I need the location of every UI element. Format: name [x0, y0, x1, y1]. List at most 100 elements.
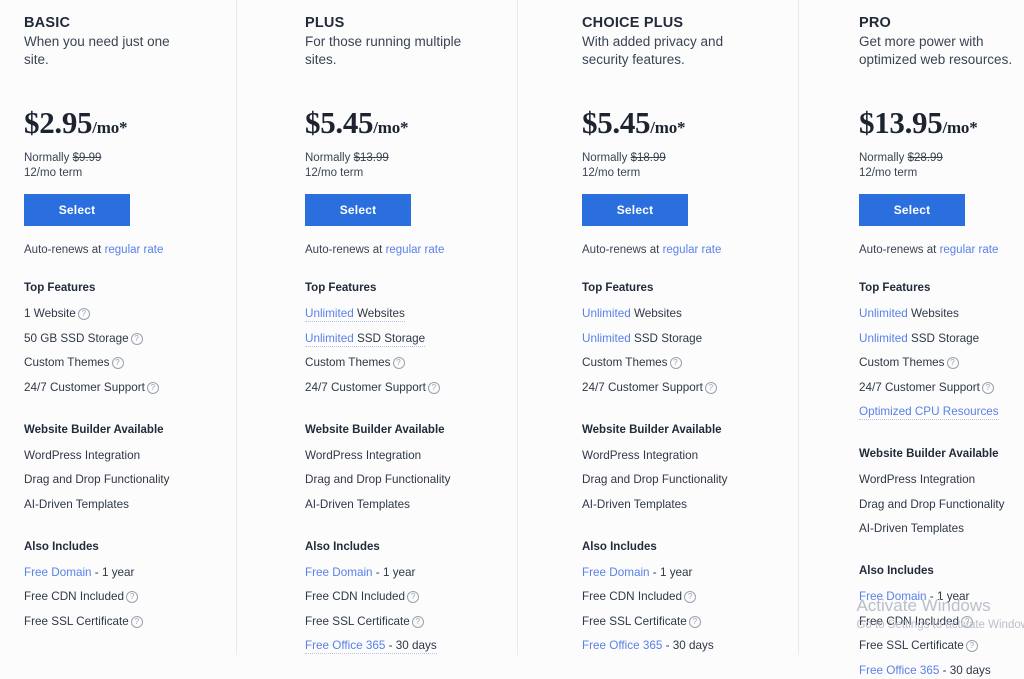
feature-link[interactable]: Free Domain [24, 566, 92, 579]
select-button[interactable]: Select [305, 194, 411, 226]
regular-rate-link[interactable]: regular rate [663, 244, 722, 256]
help-tooltip-icon[interactable]: ? [684, 591, 697, 603]
feature-group-website-builder-available: Website Builder Available WordPress Integ… [24, 422, 218, 513]
feature-item: AI-Driven Templates [859, 521, 1013, 537]
feature-link[interactable]: Free Office 365 [859, 664, 939, 677]
help-tooltip-icon[interactable]: ? [392, 357, 405, 369]
feature-group-top-features: Top Features 1 Website? 50 GB SSD Storage?… [24, 280, 218, 396]
feature-group-title: Top Features [24, 282, 96, 294]
feature-text: SSD Storage [907, 331, 980, 345]
feature-text: Free SSL Certificate [305, 614, 410, 628]
normally-label: Normally [859, 152, 905, 164]
auto-renew-prefix: Auto-renews at [24, 244, 102, 256]
auto-renew-note: Auto-renews at regular rate [24, 243, 218, 258]
feature-link[interactable]: Free Office 365 [305, 639, 385, 652]
normally-price: $18.99 [630, 152, 666, 164]
feature-link[interactable]: Free Domain [859, 590, 927, 603]
feature-group-top-features: Top Features Unlimited Websites Unlimited … [305, 280, 499, 396]
feature-text: - 1 year [926, 590, 970, 603]
feature-group-also-includes: Also Includes Free Domain - 1 year Free CD… [859, 563, 1013, 679]
help-tooltip-icon[interactable]: ? [130, 615, 143, 628]
feature-text: WordPress Integration [582, 448, 699, 462]
feature-item: WordPress Integration [582, 448, 780, 464]
feature-group-also-includes: Also Includes Free Domain - 1 year Free CD… [582, 539, 780, 655]
feature-link[interactable]: Free Domain [305, 566, 373, 579]
feature-link[interactable]: Free Office 365 [582, 639, 662, 652]
help-tooltip-icon[interactable]: ? [411, 615, 424, 628]
feature-link[interactable]: Unlimited [305, 307, 354, 320]
feature-item: 24/7 Customer Support? [859, 380, 1013, 396]
feature-item: Free CDN Included? [24, 589, 218, 605]
regular-rate-link[interactable]: regular rate [105, 244, 164, 256]
feature-item: 24/7 Customer Support? [582, 380, 780, 396]
feature-text: Drag and Drop Functionality [859, 497, 1005, 511]
select-button[interactable]: Select [582, 194, 688, 226]
feature-text: WordPress Integration [24, 448, 141, 462]
select-button[interactable]: Select [859, 194, 965, 226]
help-tooltip-icon[interactable]: ? [981, 381, 994, 394]
pricing-plan-basic: BASIC When you need just one site. $2.95/m… [0, 0, 236, 655]
feature-item: Drag and Drop Functionality [24, 472, 218, 488]
feature-link[interactable]: Unlimited [582, 332, 631, 345]
price-unit: /mo* [942, 118, 978, 137]
feature-group-website-builder-available: Website Builder Available WordPress Integ… [305, 422, 499, 513]
plan-name: CHOICE PLUS [582, 15, 684, 31]
help-tooltip-icon[interactable]: ? [146, 381, 159, 394]
help-tooltip-icon[interactable]: ? [961, 615, 974, 628]
help-tooltip-icon[interactable]: ? [688, 615, 701, 628]
feature-item: Free Domain - 1 year [859, 589, 1013, 605]
feature-link[interactable]: Unlimited [305, 332, 354, 345]
help-tooltip-icon[interactable]: ? [965, 640, 978, 652]
help-tooltip-icon[interactable]: ? [704, 381, 717, 394]
feature-item: Drag and Drop Functionality [582, 472, 780, 488]
feature-link[interactable]: Optimized CPU Resources [859, 405, 999, 418]
help-tooltip-icon[interactable]: ? [427, 381, 440, 394]
price-unit: /mo* [373, 118, 409, 137]
help-tooltip-icon[interactable]: ? [77, 308, 90, 320]
feature-text: AI-Driven Templates [305, 497, 411, 511]
price-amount: $2.95 [24, 105, 93, 140]
help-tooltip-icon[interactable]: ? [126, 591, 139, 603]
price-amount: $5.45 [305, 105, 374, 140]
plan-term: 12/mo term [859, 167, 918, 179]
feature-text: Custom Themes [24, 356, 110, 369]
help-tooltip-icon[interactable]: ? [669, 357, 682, 369]
auto-renew-note: Auto-renews at regular rate [305, 243, 499, 258]
plan-term: 12/mo term [24, 167, 83, 179]
help-tooltip-icon[interactable]: ? [130, 332, 143, 345]
auto-renew-prefix: Auto-renews at [859, 244, 937, 256]
help-tooltip-icon[interactable]: ? [407, 591, 420, 603]
feature-text: 24/7 Customer Support [305, 380, 426, 394]
feature-text: SSD Storage [353, 331, 426, 345]
feature-item: Drag and Drop Functionality [305, 472, 499, 488]
feature-item: Unlimited SSD Storage [859, 331, 1013, 347]
feature-text: 24/7 Customer Support [859, 380, 980, 394]
feature-item: Free Domain - 1 year [582, 565, 780, 581]
feature-group-website-builder-available: Website Builder Available WordPress Integ… [859, 446, 1013, 537]
pricing-plan-choice-plus: CHOICE PLUS With added privacy and securi… [518, 0, 798, 655]
feature-text: Websites [353, 307, 405, 320]
plan-tagline: Get more power with optimized web resour… [859, 34, 1013, 67]
feature-item: Free Domain - 1 year [305, 565, 499, 581]
select-button[interactable]: Select [24, 194, 130, 226]
feature-link[interactable]: Unlimited [859, 332, 908, 345]
normally-price: $9.99 [72, 152, 102, 164]
pricing-plan-pro: PRO Get more power with optimized web res… [799, 0, 1024, 677]
feature-item: Unlimited Websites [582, 306, 780, 322]
regular-rate-link[interactable]: regular rate [386, 244, 445, 256]
feature-item: Drag and Drop Functionality [859, 497, 1013, 513]
plan-price: $13.95/mo* [859, 106, 1013, 145]
help-tooltip-icon[interactable]: ? [946, 357, 959, 369]
feature-group-top-features: Top Features Unlimited Websites Unlimited … [859, 280, 1013, 420]
feature-link[interactable]: Unlimited [582, 307, 631, 320]
help-tooltip-icon[interactable]: ? [111, 357, 124, 369]
feature-text: Drag and Drop Functionality [582, 473, 728, 486]
feature-link[interactable]: Unlimited [859, 307, 908, 320]
feature-text: 50 GB SSD Storage [24, 331, 129, 345]
normally-price-row: Normally $18.99 [582, 151, 780, 166]
feature-item: Unlimited SSD Storage [305, 331, 499, 347]
feature-text: AI-Driven Templates [859, 522, 965, 535]
regular-rate-link[interactable]: regular rate [940, 244, 999, 256]
feature-text: SSD Storage [630, 331, 703, 345]
feature-link[interactable]: Free Domain [582, 566, 650, 579]
